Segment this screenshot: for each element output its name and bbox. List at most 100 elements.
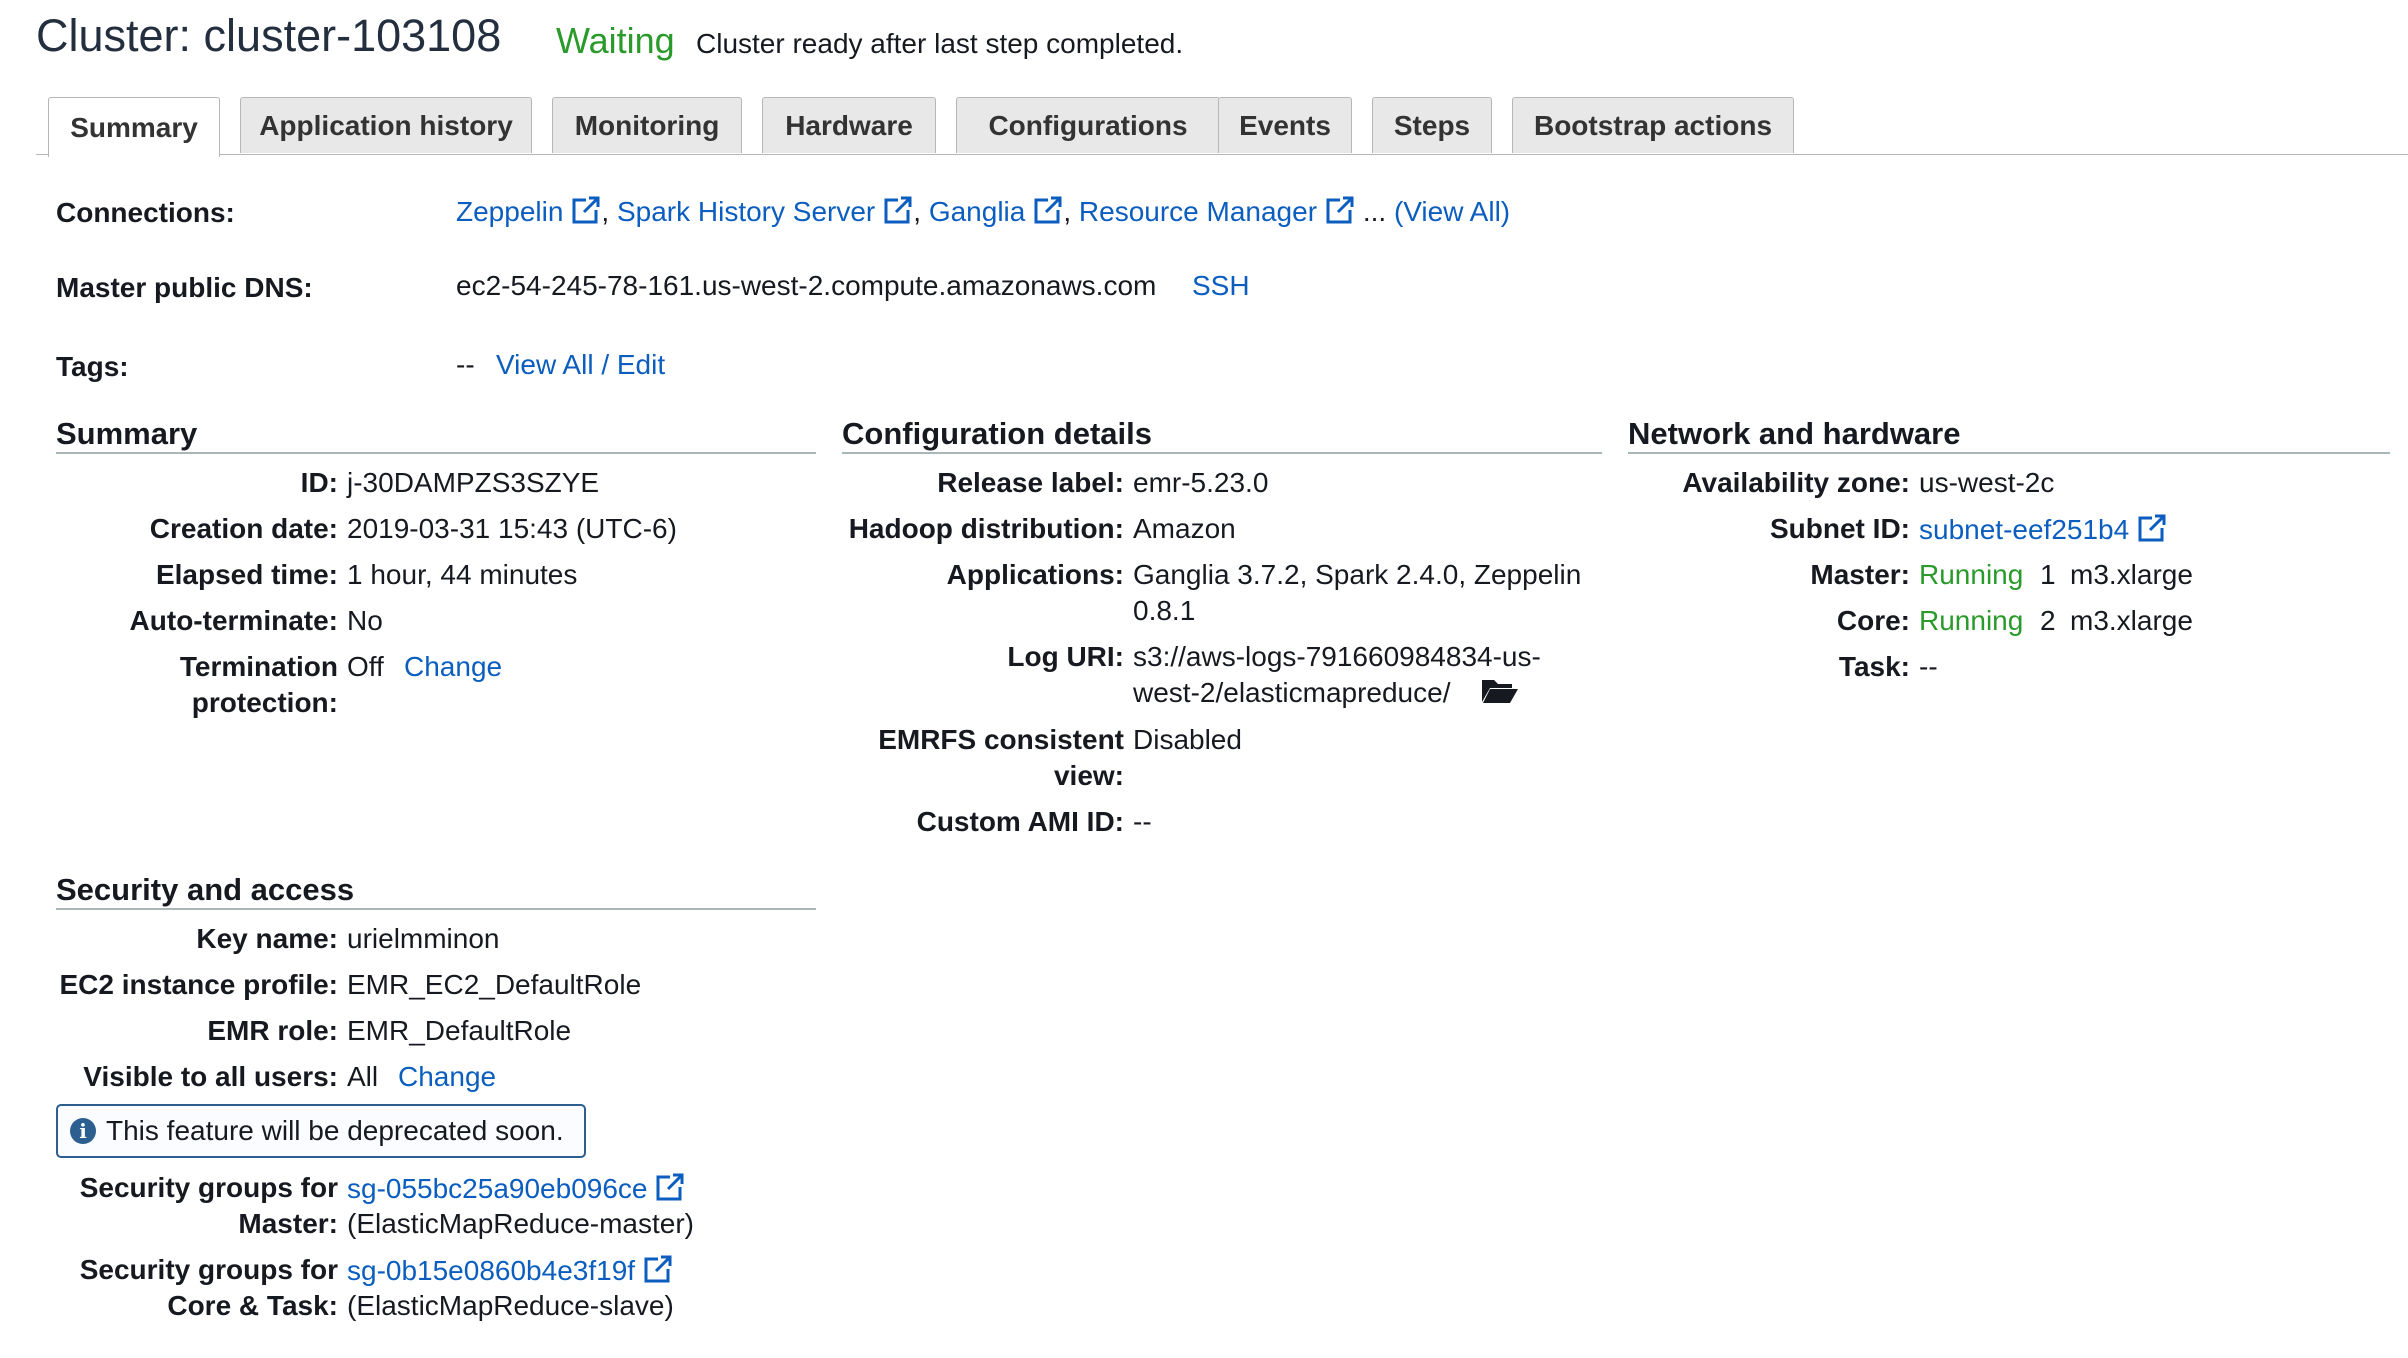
deprecation-notice-text: This feature will be deprecated soon. [106, 1115, 564, 1146]
key-name: urielmminon [347, 923, 500, 954]
termination-protection-change-link[interactable]: Change [404, 651, 502, 683]
master-state: Running [1919, 559, 2024, 590]
master-count: 1 [2040, 559, 2056, 590]
connections-label: Connections: [56, 197, 235, 228]
emrfs-label-2: view: [1053, 760, 1124, 791]
task-value: -- [1919, 651, 1938, 682]
release-label: emr-5.23.0 [1133, 467, 1269, 498]
tab-divider [36, 154, 2408, 155]
core-state: Running [1919, 605, 2024, 636]
master-dns-label: Master public DNS: [56, 272, 313, 303]
security-heading: Security and access [56, 872, 355, 907]
cluster-id: j-30DAMPZS3SZYE [347, 467, 600, 498]
security-rule [56, 908, 816, 910]
tab-summary[interactable]: Summary [48, 97, 220, 157]
termination-protection-label-1: Termination [179, 651, 338, 682]
connection-spark-history-server[interactable]: Spark History Server [617, 196, 875, 227]
custom-ami-label: Custom AMI ID: [916, 806, 1124, 837]
tab-configurations[interactable]: Configurations [956, 97, 1220, 153]
applications-line-2: 0.8.1 [1133, 595, 1196, 626]
network-heading: Network and hardware [1628, 416, 1961, 451]
config-heading: Configuration details [842, 416, 1152, 451]
creation-date-label: Creation date: [149, 513, 338, 544]
tab-application-history[interactable]: Application history [240, 97, 532, 153]
tab-hardware[interactable]: Hardware [762, 97, 936, 153]
connection-resource-manager[interactable]: Resource Manager [1079, 196, 1317, 227]
visible-to-all-users-change-link[interactable]: Change [398, 1061, 496, 1093]
hadoop-distribution: Amazon [1133, 513, 1236, 544]
id-label: ID: [300, 467, 338, 498]
emrfs-consistent-view: Disabled [1133, 724, 1242, 755]
ec2-instance-profile-label: EC2 instance profile: [59, 969, 338, 1000]
core-instance-type: m3.xlarge [2070, 605, 2193, 636]
log-uri-line-2: west-2/elasticmapreduce/ [1133, 677, 1451, 708]
auto-terminate-label: Auto-terminate: [129, 605, 338, 636]
network-rule [1628, 452, 2390, 454]
emr-role: EMR_DefaultRole [347, 1015, 572, 1046]
emr-role-label: EMR role: [207, 1015, 338, 1046]
termination-protection: Off [347, 651, 384, 682]
emrfs-label-1: EMRFS consistent [878, 724, 1124, 755]
config-rule [842, 452, 1602, 454]
connections-list: Zeppelin, Spark History Server, Ganglia,… [456, 195, 1511, 227]
view-all-connections-link[interactable]: (View All) [1394, 196, 1510, 227]
sg-core-label-2: Core & Task: [167, 1290, 338, 1321]
master-instance-type: m3.xlarge [2070, 559, 2193, 590]
availability-zone-label: Availability zone: [1682, 467, 1910, 498]
key-name-label: Key name: [196, 923, 338, 954]
sg-master-link[interactable]: sg-055bc25a90eb096ce [347, 1173, 647, 1204]
ssh-link[interactable]: SSH [1192, 270, 1250, 302]
external-link-icon[interactable] [1033, 195, 1063, 225]
core-count: 2 [2040, 605, 2056, 636]
termination-protection-label-2: protection: [191, 687, 338, 718]
visible-to-all-users-label: Visible to all users: [83, 1061, 338, 1092]
sg-master-label-2: Master: [238, 1208, 338, 1239]
custom-ami-id: -- [1133, 806, 1152, 837]
master-label: Master: [1810, 559, 1910, 590]
external-link-icon[interactable] [2137, 513, 2167, 543]
external-link-icon[interactable] [571, 195, 601, 225]
subnet-id-link[interactable]: subnet-eef251b4 [1919, 514, 2129, 545]
task-label: Task: [1838, 651, 1910, 682]
auto-terminate: No [347, 605, 383, 636]
tags-value: -- [456, 349, 475, 380]
external-link-icon[interactable] [643, 1254, 673, 1284]
applications-label: Applications: [946, 559, 1124, 590]
sg-master-name: (ElasticMapReduce-master) [347, 1208, 694, 1239]
tab-monitoring[interactable]: Monitoring [552, 97, 742, 153]
sg-core-label-1: Security groups for [79, 1254, 338, 1285]
external-link-icon[interactable] [655, 1172, 685, 1202]
release-label-label: Release label: [937, 467, 1124, 498]
core-label: Core: [1836, 605, 1910, 636]
tags-label: Tags: [56, 351, 129, 382]
external-link-icon[interactable] [883, 195, 913, 225]
log-uri-line-1: s3://aws-logs-791660984834-us- [1133, 641, 1541, 672]
log-uri-label: Log URI: [1007, 641, 1124, 672]
sg-core-name: (ElasticMapReduce-slave) [347, 1290, 674, 1321]
tab-events[interactable]: Events [1218, 97, 1352, 153]
subnet-id-value: subnet-eef251b4 [1919, 513, 2167, 546]
info-icon: i [70, 1118, 96, 1144]
external-link-icon[interactable] [1325, 195, 1355, 225]
tab-bootstrap-actions[interactable]: Bootstrap actions [1512, 97, 1794, 153]
summary-heading: Summary [56, 416, 198, 451]
sg-master-label-1: Security groups for [79, 1172, 338, 1203]
elapsed-time: 1 hour, 44 minutes [347, 559, 578, 590]
sg-core-link[interactable]: sg-0b15e0860b4e3f19f [347, 1255, 635, 1286]
visible-to-all-users: All [347, 1061, 379, 1092]
tags-view-edit-link[interactable]: View All / Edit [496, 349, 665, 381]
sg-master-value: sg-055bc25a90eb096ce [347, 1172, 685, 1205]
sg-core-value: sg-0b15e0860b4e3f19f [347, 1254, 673, 1287]
availability-zone: us-west-2c [1919, 467, 2055, 498]
tab-steps[interactable]: Steps [1372, 97, 1492, 153]
folder-open-icon[interactable] [1480, 674, 1520, 706]
cluster-status: Waiting [556, 20, 675, 61]
ec2-instance-profile: EMR_EC2_DefaultRole [347, 969, 642, 1000]
connection-zeppelin[interactable]: Zeppelin [456, 196, 563, 227]
subnet-id-label: Subnet ID: [1770, 513, 1910, 544]
page-title: Cluster: cluster-103108 [36, 10, 502, 61]
status-message: Cluster ready after last step completed. [696, 28, 1184, 59]
connections-ellipsis: ... [1362, 196, 1387, 227]
connection-ganglia[interactable]: Ganglia [929, 196, 1026, 227]
master-dns-value: ec2-54-245-78-161.us-west-2.compute.amaz… [456, 270, 1157, 301]
